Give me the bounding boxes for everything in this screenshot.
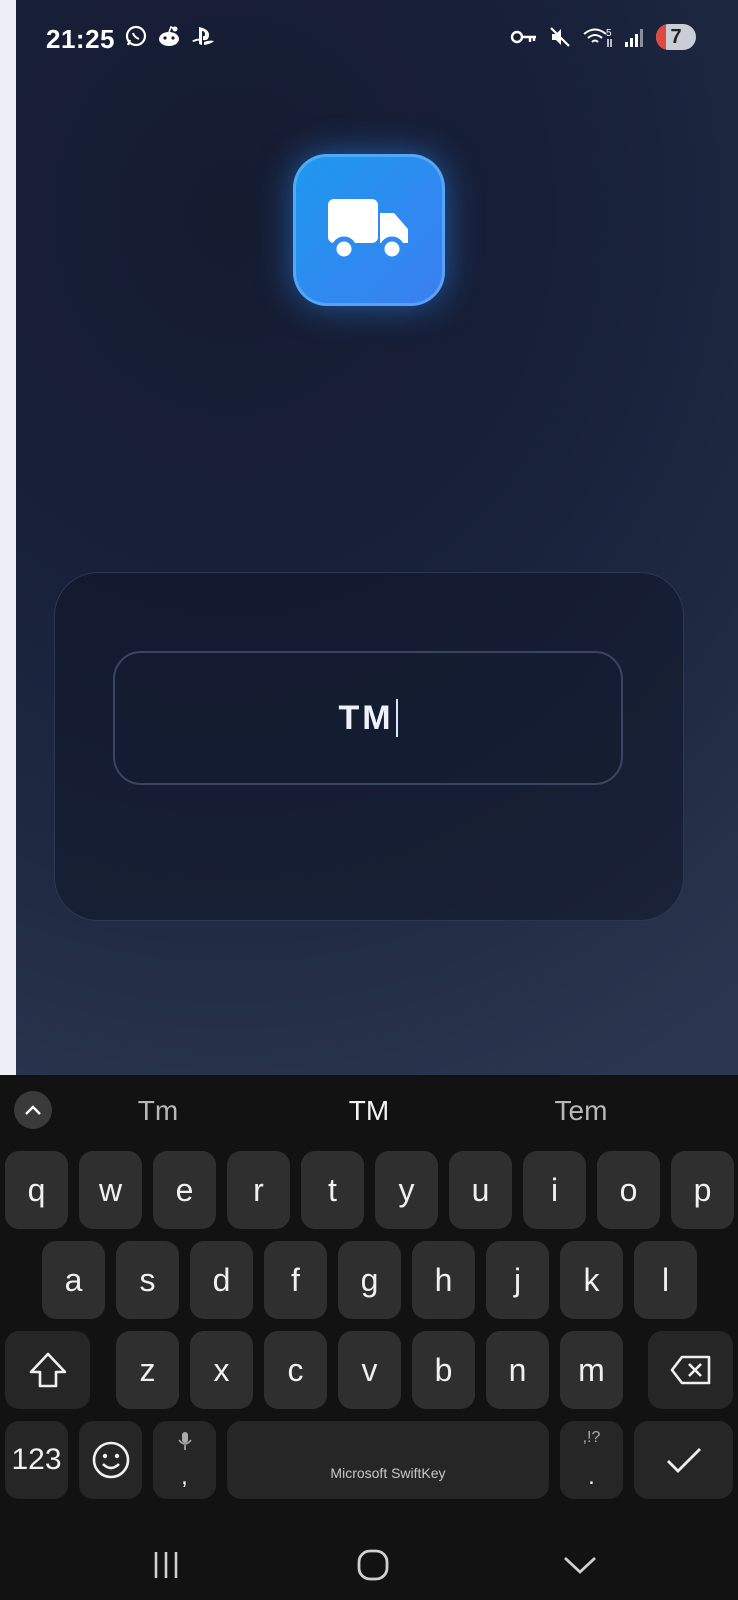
key-c[interactable]: c — [264, 1331, 327, 1409]
battery-indicator: 7 — [656, 24, 696, 50]
space-key[interactable]: Microsoft SwiftKey — [227, 1421, 549, 1499]
reddit-icon — [159, 25, 179, 46]
key-o[interactable]: o — [597, 1151, 660, 1229]
signal-icon — [625, 29, 643, 47]
status-bar: 21:25 5 7 — [16, 0, 738, 80]
microphone-icon — [177, 1432, 192, 1450]
status-time: 21:25 — [46, 24, 115, 54]
emoji-icon — [92, 1441, 129, 1479]
key-h[interactable]: h — [412, 1241, 475, 1319]
period-label: . — [588, 1463, 595, 1490]
key-w[interactable]: w — [79, 1151, 142, 1229]
key-v[interactable]: v — [338, 1331, 401, 1409]
space-key-label: Microsoft SwiftKey — [330, 1465, 446, 1481]
notification-icons — [124, 24, 216, 48]
suggestion-bar: Tm TM Tem — [0, 1075, 738, 1151]
recents-icon — [154, 1552, 178, 1578]
svg-text:5: 5 — [606, 28, 612, 39]
key-q[interactable]: q — [5, 1151, 68, 1229]
suggestion-left[interactable]: Tm — [58, 1095, 258, 1127]
key-t[interactable]: t — [301, 1151, 364, 1229]
chevron-down-icon — [564, 1556, 596, 1574]
key-r[interactable]: r — [227, 1151, 290, 1229]
login-card: TM — [54, 572, 684, 921]
numbers-key[interactable]: 123 — [5, 1421, 68, 1499]
key-g[interactable]: g — [338, 1241, 401, 1319]
key-j[interactable]: j — [486, 1241, 549, 1319]
truck-icon — [328, 199, 408, 262]
suggestion-center[interactable]: TM — [269, 1095, 469, 1127]
wifi-icon: 5 — [583, 28, 612, 47]
key-b[interactable]: b — [412, 1331, 475, 1409]
recents-button[interactable] — [136, 1543, 196, 1587]
comma-label: , — [181, 1463, 188, 1490]
shift-key[interactable] — [5, 1331, 90, 1409]
text-cursor — [395, 699, 398, 737]
key-z[interactable]: z — [116, 1331, 179, 1409]
key-x[interactable]: x — [190, 1331, 253, 1409]
key-d[interactable]: d — [190, 1241, 253, 1319]
expand-toolbar-button[interactable] — [14, 1091, 52, 1129]
playstation-icon — [192, 27, 214, 45]
backspace-icon — [670, 1355, 710, 1385]
home-button[interactable] — [343, 1543, 403, 1587]
key-n[interactable]: n — [486, 1331, 549, 1409]
back-button[interactable] — [550, 1543, 610, 1587]
chevron-up-icon — [25, 1105, 41, 1115]
key-e[interactable]: e — [153, 1151, 216, 1229]
key-m[interactable]: m — [560, 1331, 623, 1409]
suggestion-right[interactable]: Tem — [481, 1095, 681, 1127]
enter-key[interactable] — [634, 1421, 733, 1499]
keyboard: Tm TM Tem q w e r t y u i o p a s d f g … — [0, 1075, 738, 1600]
system-icons: 5 7 — [510, 24, 696, 50]
key-y[interactable]: y — [375, 1151, 438, 1229]
app-screen: 21:25 5 7 TM — [16, 0, 738, 1075]
home-icon — [357, 1549, 389, 1581]
key-k[interactable]: k — [560, 1241, 623, 1319]
key-s[interactable]: s — [116, 1241, 179, 1319]
emoji-key[interactable] — [79, 1421, 142, 1499]
vpn-key-icon — [510, 30, 536, 44]
period-key[interactable]: ,!? . — [560, 1421, 623, 1499]
shift-icon — [29, 1352, 66, 1388]
key-p[interactable]: p — [671, 1151, 734, 1229]
app-logo — [293, 154, 445, 306]
whatsapp-icon — [125, 25, 147, 47]
comma-key[interactable]: , — [153, 1421, 216, 1499]
key-i[interactable]: i — [523, 1151, 586, 1229]
key-l[interactable]: l — [634, 1241, 697, 1319]
key-a[interactable]: a — [42, 1241, 105, 1319]
key-u[interactable]: u — [449, 1151, 512, 1229]
navigation-bar — [0, 1535, 738, 1600]
key-f[interactable]: f — [264, 1241, 327, 1319]
checkmark-icon — [666, 1448, 701, 1473]
mute-icon — [550, 27, 570, 47]
period-hint: ,!? — [582, 1429, 601, 1446]
backspace-key[interactable] — [648, 1331, 733, 1409]
code-input[interactable]: TM — [113, 651, 623, 785]
code-input-value: TM — [338, 698, 394, 737]
